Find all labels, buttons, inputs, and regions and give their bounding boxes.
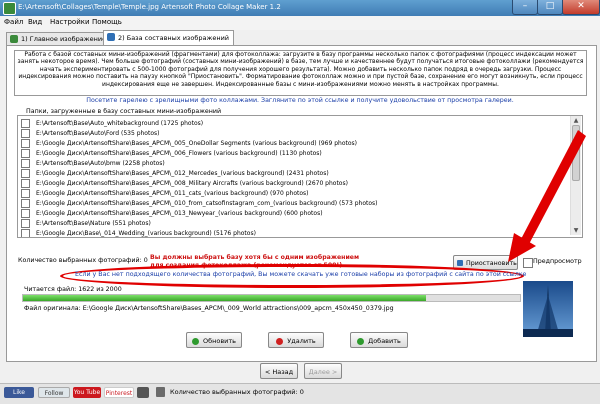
- info-text: Работа с базой составных мини-изображени…: [14, 50, 587, 96]
- tab-main-image[interactable]: 1) Главное изображение: [6, 32, 112, 45]
- refresh-button-label: Обновить: [202, 337, 237, 345]
- folder-path: E:\Google Диск\ArtensoftShare\Bases_APCM…: [36, 180, 348, 187]
- selected-photos-status: Количество выбранных фотографий: 0: [170, 388, 304, 396]
- tab-image-base-label: 2) База составных изображений: [118, 34, 230, 42]
- delete-button[interactable]: Удалить: [268, 332, 324, 348]
- folder-path: E:\Google Диск\ArtensoftShare\Bases_APCM…: [36, 210, 323, 217]
- pause-icon: [457, 260, 463, 266]
- folder-checkbox[interactable]: [21, 149, 30, 158]
- tab-bar: 1) Главное изображение 2) База составных…: [0, 30, 600, 46]
- folder-checkbox[interactable]: [21, 169, 30, 178]
- folder-path: E:\Google Диск\ArtensoftShare\Bases_APCM…: [36, 150, 322, 157]
- title-bar: E:\Artensoft\Collages\Temple\Temple.jpg …: [0, 0, 600, 16]
- add-button-label: Добавить: [368, 337, 401, 345]
- pinterest-button[interactable]: Pinterest: [104, 387, 134, 398]
- instagram-icon[interactable]: [137, 387, 149, 398]
- delete-button-label: Удалить: [287, 337, 316, 345]
- folder-checkbox[interactable]: [21, 139, 30, 148]
- database-icon: [107, 33, 115, 41]
- add-button[interactable]: Добавить: [350, 332, 408, 348]
- folder-path: E:\Google Диск\ArtensoftShare\Bases_APCM…: [36, 140, 357, 147]
- folders-label: Папки, загруженные в базу составных мини…: [26, 108, 222, 115]
- preview-thumbnail: [523, 281, 573, 337]
- menu-bar: Файл Вид Настройки Помощь: [0, 16, 600, 30]
- folder-path: E:\Artensoft\Base\Auto_whitebackground (…: [36, 120, 204, 127]
- progress-bar: [22, 294, 521, 302]
- folder-path: E:\Artensoft\Base\Auto\Ford (535 photos): [36, 130, 160, 137]
- app-icon: [3, 2, 16, 15]
- photos-count-icon: [156, 387, 165, 397]
- next-button[interactable]: Далее >: [304, 363, 342, 379]
- menu-settings[interactable]: Настройки: [50, 18, 90, 26]
- annotation-arrow: [508, 130, 586, 262]
- folder-path: E:\Artensoft\Base\Auto\bmw (2258 photos): [36, 160, 165, 167]
- list-item[interactable]: E:\Google Диск\Base\_014_Wedding_(variou…: [21, 228, 256, 237]
- minimize-button[interactable]: –: [512, 0, 538, 15]
- folder-checkbox[interactable]: [21, 159, 30, 168]
- maximize-button[interactable]: □: [537, 0, 563, 15]
- menu-view[interactable]: Вид: [28, 18, 42, 26]
- download-offer-link[interactable]: Если у Вас нет подходящего количества фо…: [75, 271, 526, 278]
- folder-checkbox[interactable]: [21, 189, 30, 198]
- refresh-icon: [191, 337, 199, 345]
- back-button[interactable]: < Назад: [260, 363, 298, 379]
- facebook-like-button[interactable]: Like: [4, 387, 34, 398]
- follow-label: Follow: [44, 390, 64, 397]
- add-icon: [357, 337, 365, 345]
- folder-path: E:\Google Диск\ArtensoftShare\Bases_APCM…: [36, 190, 309, 197]
- folder-checkbox[interactable]: [21, 179, 30, 188]
- folder-path: E:\Artensoft\Base\Nature (551 photos): [36, 220, 151, 227]
- menu-file[interactable]: Файл: [4, 18, 23, 26]
- tower-image-icon: [523, 285, 573, 337]
- folder-checkbox[interactable]: [21, 229, 30, 237]
- folder-checkbox[interactable]: [21, 129, 30, 138]
- original-file-label: Файл оригинала: E:\Google Диск\Artensoft…: [24, 305, 394, 312]
- menu-help[interactable]: Помощь: [92, 18, 122, 26]
- image-icon: [10, 35, 18, 43]
- twitter-follow-button[interactable]: Follow: [38, 387, 70, 398]
- delete-icon: [276, 337, 284, 345]
- gallery-link[interactable]: Посетите гарелею с зрелищными фото колла…: [0, 97, 600, 104]
- tab-image-base[interactable]: 2) База составных изображений: [103, 30, 235, 46]
- folder-checkbox[interactable]: [21, 119, 30, 128]
- window-title: E:\Artensoft\Collages\Temple\Temple.jpg …: [18, 3, 281, 11]
- folder-checkbox[interactable]: [21, 199, 30, 208]
- youtube-label: You Tube: [73, 389, 101, 396]
- reading-file-label: Читается файл: 1622 из 2000: [24, 286, 122, 293]
- refresh-button[interactable]: Обновить: [186, 332, 242, 348]
- pinterest-label: Pinterest: [105, 390, 133, 397]
- folder-checkbox[interactable]: [21, 219, 30, 228]
- folder-path: E:\Google Диск\Base\_014_Wedding_(variou…: [36, 230, 256, 237]
- folder-path: E:\Google Диск\ArtensoftShare\Bases_APCM…: [36, 170, 329, 177]
- like-label: Like: [13, 389, 25, 396]
- folder-path: E:\Google Диск\ArtensoftShare\Bases_APCM…: [36, 200, 378, 207]
- youtube-button[interactable]: You Tube: [73, 387, 101, 398]
- folder-list: E:\Artensoft\Base\Auto_whitebackground (…: [17, 115, 583, 238]
- folder-checkbox[interactable]: [21, 209, 30, 218]
- tab-main-image-label: 1) Главное изображение: [21, 35, 107, 43]
- progress-fill: [23, 295, 426, 301]
- scroll-up-icon[interactable]: ▲: [571, 116, 581, 125]
- close-button[interactable]: ✕: [562, 0, 600, 15]
- selected-count-label: Количество выбранных фотографий: 0: [18, 257, 148, 264]
